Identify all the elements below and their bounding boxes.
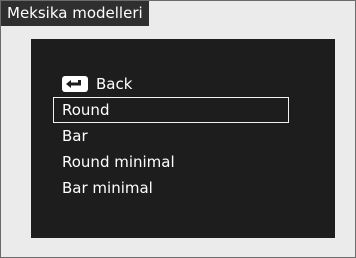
- window-title: Meksika modelleri: [1, 1, 149, 26]
- menu-item-label: Bar minimal: [62, 179, 153, 197]
- options-menu: Back Round Bar Round minimal Bar minimal: [53, 71, 289, 201]
- menu-item-label: Bar: [62, 127, 88, 145]
- menu-item-round[interactable]: Round: [53, 97, 289, 123]
- menu-item-label: Round minimal: [62, 153, 175, 171]
- window-frame: Meksika modelleri Back Round Bar Round m…: [0, 0, 356, 258]
- menu-item-bar-minimal[interactable]: Bar minimal: [53, 175, 289, 201]
- menu-item-bar[interactable]: Bar: [53, 123, 289, 149]
- return-arrow-icon: [62, 76, 88, 92]
- menu-item-label: Back: [96, 75, 133, 93]
- device-screen: Back Round Bar Round minimal Bar minimal: [31, 39, 335, 238]
- menu-item-label: Round: [62, 101, 110, 119]
- menu-item-round-minimal[interactable]: Round minimal: [53, 149, 289, 175]
- menu-item-back[interactable]: Back: [53, 71, 289, 97]
